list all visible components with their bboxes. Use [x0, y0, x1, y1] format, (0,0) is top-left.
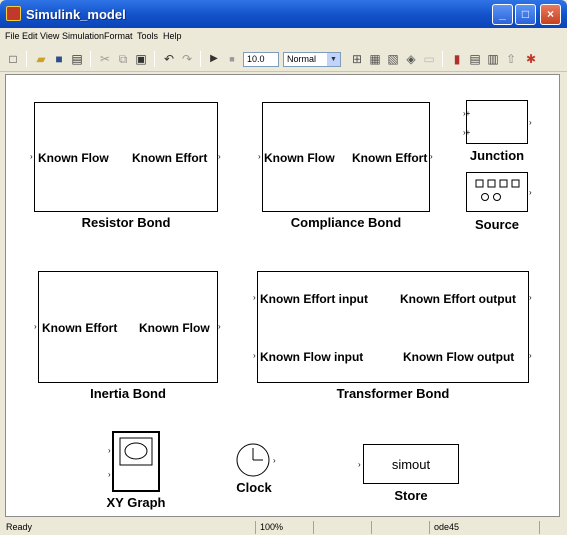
transformer-bond-block[interactable] — [257, 271, 529, 383]
close-button[interactable]: × — [540, 4, 561, 25]
library-browser-icon[interactable]: ▮ — [450, 52, 464, 66]
input-port-arrow: › — [108, 470, 111, 479]
menu-bar: File Edit View Simulation Format Tools H… — [0, 28, 567, 46]
menu-help[interactable]: Help — [163, 31, 182, 41]
status-solver: ode45 — [429, 521, 539, 534]
transformer-in2-port: Known Flow input — [260, 350, 364, 364]
xy-graph-icon — [119, 437, 153, 466]
resistor-in-port: Known Flow — [38, 151, 109, 165]
fixed-point-icon[interactable]: ▭ — [422, 52, 436, 66]
print-icon[interactable]: ▤ — [70, 52, 84, 66]
source-block[interactable]: › — [466, 172, 532, 212]
resize-grip[interactable] — [539, 521, 565, 534]
cut-icon[interactable]: ✂ — [98, 52, 112, 66]
transformer-out1-port: Known Effort output — [400, 292, 516, 306]
stop-time-input[interactable]: 10.0 — [243, 52, 279, 67]
simulink-app-icon — [6, 6, 21, 21]
status-zoom: 100% — [255, 521, 313, 534]
model-advisor-icon[interactable]: ▧ — [386, 52, 400, 66]
status-state: Ready — [6, 522, 33, 532]
simulation-mode-select[interactable]: Normal ▼ — [283, 52, 341, 67]
input-port-arrow: › — [358, 460, 361, 469]
toolbar-separator — [90, 51, 91, 67]
toolbar-separator — [200, 51, 201, 67]
status-empty-cell — [313, 521, 371, 534]
build-icon[interactable]: ⊞ — [350, 52, 364, 66]
input-port-arrow: ›+ — [463, 128, 471, 137]
minimize-button[interactable]: _ — [492, 4, 513, 25]
output-port-arrow: › — [218, 322, 221, 331]
inertia-out-port: Known Flow — [139, 321, 210, 335]
output-port-arrow: › — [529, 118, 532, 127]
go-to-parent-icon[interactable]: ⇧ — [504, 52, 518, 66]
input-port-arrow: › — [108, 446, 111, 455]
menu-file[interactable]: File — [5, 31, 20, 41]
xy-graph-block[interactable]: › › — [108, 431, 160, 492]
simulink-window: Simulink_model _ □ × File Edit View Simu… — [0, 0, 567, 535]
source-name[interactable]: Source — [456, 217, 538, 232]
paste-icon[interactable]: ▣ — [134, 52, 148, 66]
debug-icon[interactable]: ◈ — [404, 52, 418, 66]
open-folder-icon[interactable]: ▰ — [34, 52, 48, 66]
copy-icon[interactable]: ⧉ — [116, 52, 130, 66]
inertia-bond-name[interactable]: Inertia Bond — [38, 386, 218, 401]
new-model-icon[interactable]: □ — [6, 52, 20, 66]
output-port-arrow: › — [529, 351, 532, 360]
status-empty-cell — [371, 521, 429, 534]
resistor-bond-name[interactable]: Resistor Bond — [34, 215, 218, 230]
store-name[interactable]: Store — [363, 488, 459, 503]
model-explorer-icon[interactable]: ▤ — [468, 52, 482, 66]
redo-icon[interactable]: ↷ — [180, 52, 194, 66]
menu-edit[interactable]: Edit — [22, 31, 38, 41]
junction-name[interactable]: Junction — [456, 148, 538, 163]
output-port-arrow: › — [430, 152, 433, 161]
inertia-in-port: Known Effort — [42, 321, 118, 335]
save-icon[interactable]: ■ — [52, 52, 66, 66]
input-port-arrow: › — [253, 293, 256, 302]
stop-simulation-icon[interactable]: ■ — [225, 52, 239, 66]
maximize-button[interactable]: □ — [515, 4, 536, 25]
window-title: Simulink_model — [26, 7, 126, 22]
source-icon — [475, 179, 520, 201]
status-bar: Ready 100% ode45 — [0, 519, 567, 535]
store-block[interactable]: simout — [363, 444, 459, 484]
toolbar-separator — [154, 51, 155, 67]
debugger-icon[interactable]: ✱ — [524, 52, 538, 66]
transformer-in1-port: Known Effort input — [260, 292, 368, 306]
output-port-arrow: › — [529, 188, 532, 197]
output-port-arrow: › — [218, 152, 221, 161]
resistor-out-port: Known Effort — [132, 151, 208, 165]
input-port-arrow: › — [253, 351, 256, 360]
undo-icon[interactable]: ↶ — [162, 52, 176, 66]
port-values-icon[interactable]: ▥ — [486, 52, 500, 66]
chevron-down-icon[interactable]: ▼ — [327, 53, 340, 66]
output-port-arrow: › — [273, 456, 276, 465]
menu-simulation[interactable]: Simulation — [62, 31, 104, 41]
simulation-mode-value: Normal — [287, 54, 317, 64]
xy-graph-name[interactable]: XY Graph — [94, 495, 178, 510]
input-port-arrow: › — [258, 152, 261, 161]
transformer-out2-port: Known Flow output — [403, 350, 515, 364]
compliance-in-port: Known Flow — [264, 151, 335, 165]
toolbar-separator — [442, 51, 443, 67]
model-canvas[interactable]: › Known Flow Known Effort › Resistor Bon… — [5, 74, 560, 517]
update-diagram-icon[interactable]: ▦ — [368, 52, 382, 66]
input-port-arrow: › — [30, 152, 33, 161]
title-bar: Simulink_model _ □ × — [0, 0, 567, 28]
input-port-arrow: › — [34, 322, 37, 331]
menu-tools[interactable]: Tools — [137, 31, 158, 41]
start-simulation-icon[interactable]: ▶ — [207, 52, 221, 66]
output-port-arrow: › — [529, 293, 532, 302]
menu-view[interactable]: View — [40, 31, 59, 41]
clock-name[interactable]: Clock — [226, 480, 282, 495]
menu-format[interactable]: Format — [104, 31, 133, 41]
junction-block[interactable]: ›+ ›+ › — [463, 100, 532, 144]
clock-icon[interactable] — [234, 441, 274, 481]
compliance-bond-name[interactable]: Compliance Bond — [262, 215, 430, 230]
input-port-arrow: ›+ — [463, 109, 471, 118]
transformer-bond-name[interactable]: Transformer Bond — [257, 386, 529, 401]
compliance-out-port: Known Effort — [352, 151, 428, 165]
store-variable-label: simout — [391, 457, 431, 472]
toolbar-separator — [26, 51, 27, 67]
